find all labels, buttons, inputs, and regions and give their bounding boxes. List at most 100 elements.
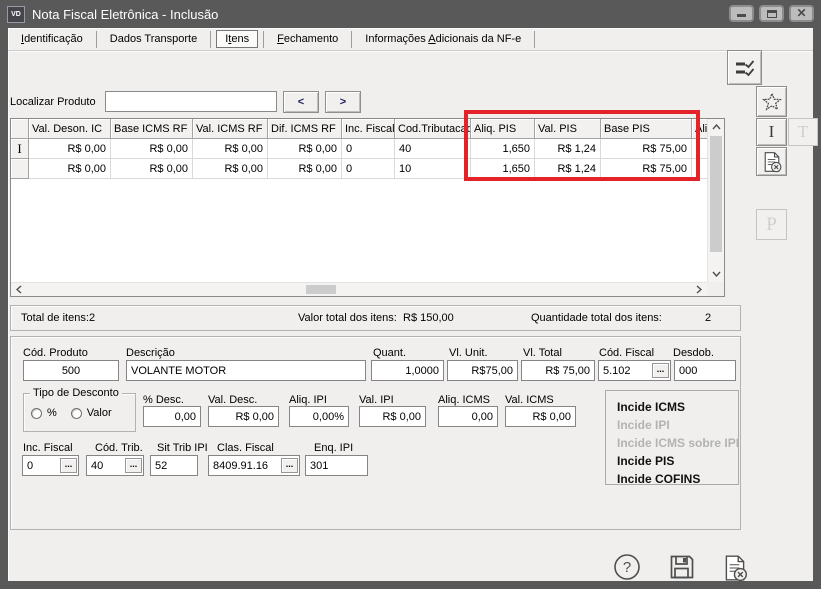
cell[interactable]: 1,650 bbox=[471, 139, 535, 159]
cell[interactable]: 0 bbox=[342, 159, 395, 179]
col-header-val-deson-ic[interactable]: Val. Deson. IC bbox=[29, 119, 111, 139]
clas-fiscal-field[interactable]: 8409.91.16 ... bbox=[208, 455, 300, 476]
letter-p-button[interactable]: P bbox=[756, 209, 787, 240]
aliq-ipi-field[interactable]: 0,00% bbox=[289, 406, 349, 427]
total-value-label: Valor total dos itens: bbox=[298, 312, 397, 324]
grid-row-1[interactable]: I R$ 0,00 R$ 0,00 R$ 0,00 R$ 0,00 0 40 1… bbox=[11, 139, 707, 159]
letter-p-icon: P bbox=[766, 214, 777, 236]
tab-itens[interactable]: Itens bbox=[211, 31, 264, 48]
cell[interactable]: R$ 0,00 bbox=[268, 159, 342, 179]
cell[interactable]: R$ 0,00 bbox=[29, 159, 111, 179]
tab-fechamento[interactable]: Fechamento bbox=[264, 31, 352, 48]
radio-percent-circle[interactable] bbox=[31, 408, 42, 419]
vertical-scroll-thumb[interactable] bbox=[710, 136, 722, 252]
cell[interactable]: R$ 0,00 bbox=[29, 139, 111, 159]
scroll-down-arrow[interactable] bbox=[708, 266, 724, 282]
val-desc-field[interactable]: R$ 0,00 bbox=[208, 406, 279, 427]
cell[interactable]: 1,650 bbox=[471, 159, 535, 179]
cod-trib-field[interactable]: 40 ... bbox=[86, 455, 144, 476]
col-header-cod-tributacao[interactable]: Cod.Tributacao bbox=[395, 119, 471, 139]
cell[interactable]: R$ 1,24 bbox=[535, 159, 601, 179]
maximize-button[interactable] bbox=[759, 5, 784, 22]
cod-produto-field[interactable]: 500 bbox=[23, 360, 119, 381]
aliq-icms-label: Aliq. ICMS bbox=[438, 394, 490, 406]
scroll-up-arrow[interactable] bbox=[708, 119, 724, 135]
vl-total-field[interactable]: R$ 75,00 bbox=[521, 360, 595, 381]
cell[interactable]: 10 bbox=[395, 159, 471, 179]
cell[interactable]: R$ 0,00 bbox=[193, 159, 268, 179]
col-header-aliq-c[interactable]: Aliq. C bbox=[692, 119, 707, 139]
inc-fiscal-field[interactable]: 0 ... bbox=[22, 455, 79, 476]
checklist-button[interactable] bbox=[727, 50, 762, 85]
val-ipi-field[interactable]: R$ 0,00 bbox=[359, 406, 426, 427]
scroll-right-arrow[interactable] bbox=[691, 283, 707, 296]
vl-unit-label: Vl. Unit. bbox=[449, 347, 488, 359]
col-header-inc-fiscal[interactable]: Inc. Fiscal bbox=[342, 119, 395, 139]
tab-identificacao[interactable]: Identificação bbox=[8, 31, 97, 48]
totals-bar: Total de itens: 2 Valor total dos itens:… bbox=[10, 305, 741, 331]
pct-desc-field[interactable]: 0,00 bbox=[143, 406, 201, 427]
save-button[interactable] bbox=[667, 552, 697, 582]
total-items-label: Total de itens: bbox=[21, 312, 89, 324]
app-window: VD Nota Fiscal Eletrônica - Inclusão ✕ I… bbox=[0, 0, 821, 589]
cod-trib-lookup-button[interactable]: ... bbox=[125, 458, 142, 473]
cell[interactable]: R$ 75,00 bbox=[601, 159, 692, 179]
cell[interactable]: R$ 75,00 bbox=[601, 139, 692, 159]
tab-dados-transporte[interactable]: Dados Transporte bbox=[97, 31, 211, 48]
cell[interactable]: R$ 0,00 bbox=[268, 139, 342, 159]
horizontal-scroll-thumb[interactable] bbox=[306, 285, 336, 294]
cell[interactable] bbox=[692, 139, 707, 159]
col-header-aliq-pis[interactable]: Aliq. PIS bbox=[471, 119, 535, 139]
row-selector-current[interactable]: I bbox=[11, 139, 29, 159]
col-header-val-pis[interactable]: Val. PIS bbox=[535, 119, 601, 139]
col-header-val-icms-rf[interactable]: Val. ICMS RF bbox=[193, 119, 268, 139]
previous-item-button[interactable]: < bbox=[283, 91, 319, 113]
cell[interactable]: 40 bbox=[395, 139, 471, 159]
seal-button[interactable] bbox=[756, 86, 787, 117]
col-header-base-pis[interactable]: Base PIS bbox=[601, 119, 692, 139]
cell[interactable]: R$ 0,00 bbox=[111, 139, 193, 159]
col-header-dif-icms-rf[interactable]: Dif. ICMS RF bbox=[268, 119, 342, 139]
localizar-produto-input[interactable] bbox=[105, 91, 277, 112]
grid-row-2[interactable]: R$ 0,00 R$ 0,00 R$ 0,00 R$ 0,00 0 10 1,6… bbox=[11, 159, 707, 179]
radio-percent[interactable]: % bbox=[31, 407, 57, 419]
enq-ipi-field[interactable]: 301 bbox=[305, 455, 368, 476]
search-row: Localizar Produto < > bbox=[10, 90, 361, 113]
letter-i-icon: I bbox=[769, 122, 775, 142]
aliq-icms-field[interactable]: 0,00 bbox=[438, 406, 498, 427]
cod-produto-label: Cód. Produto bbox=[23, 347, 88, 359]
tab-informacoes-adicionais[interactable]: Informações Adicionais da NF-e bbox=[352, 31, 535, 48]
delete-item-button[interactable] bbox=[756, 147, 787, 176]
vl-unit-field[interactable]: R$75,00 bbox=[447, 360, 518, 381]
item-detail-panel: Cód. Produto 500 Descrição VOLANTE MOTOR… bbox=[10, 336, 741, 530]
scroll-left-arrow[interactable] bbox=[11, 283, 27, 296]
letter-t-button[interactable]: T bbox=[788, 118, 818, 146]
sit-trib-ipi-field[interactable]: 52 bbox=[150, 455, 198, 476]
val-icms-field[interactable]: R$ 0,00 bbox=[505, 406, 576, 427]
minimize-button[interactable] bbox=[729, 5, 754, 22]
next-item-button[interactable]: > bbox=[325, 91, 361, 113]
grid-horizontal-scrollbar[interactable] bbox=[11, 282, 707, 296]
cell[interactable]: R$ 0,00 bbox=[193, 139, 268, 159]
inc-fiscal-lookup-button[interactable]: ... bbox=[60, 458, 77, 473]
cod-fiscal-field[interactable]: 5.102 ... bbox=[598, 360, 671, 381]
quant-field[interactable]: 1,0000 bbox=[371, 360, 444, 381]
close-button[interactable]: ✕ bbox=[789, 5, 814, 22]
cell[interactable] bbox=[692, 159, 707, 179]
radio-valor[interactable]: Valor bbox=[71, 407, 112, 419]
radio-valor-circle[interactable] bbox=[71, 408, 82, 419]
clas-fiscal-lookup-button[interactable]: ... bbox=[281, 458, 298, 473]
col-header-base-icms-rf[interactable]: Base ICMS RF bbox=[111, 119, 193, 139]
desdob-field[interactable]: 000 bbox=[674, 360, 736, 381]
letter-i-button[interactable]: I bbox=[756, 118, 787, 146]
delete-note-button[interactable] bbox=[720, 553, 750, 583]
cell[interactable]: R$ 0,00 bbox=[111, 159, 193, 179]
star-seal-icon bbox=[761, 91, 783, 113]
help-button[interactable]: ? bbox=[612, 552, 642, 582]
cod-fiscal-lookup-button[interactable]: ... bbox=[652, 363, 669, 378]
cell[interactable]: 0 bbox=[342, 139, 395, 159]
cell[interactable]: R$ 1,24 bbox=[535, 139, 601, 159]
descricao-field[interactable]: VOLANTE MOTOR bbox=[126, 360, 366, 381]
row-selector[interactable] bbox=[11, 159, 29, 179]
grid-vertical-scrollbar[interactable] bbox=[707, 119, 724, 282]
